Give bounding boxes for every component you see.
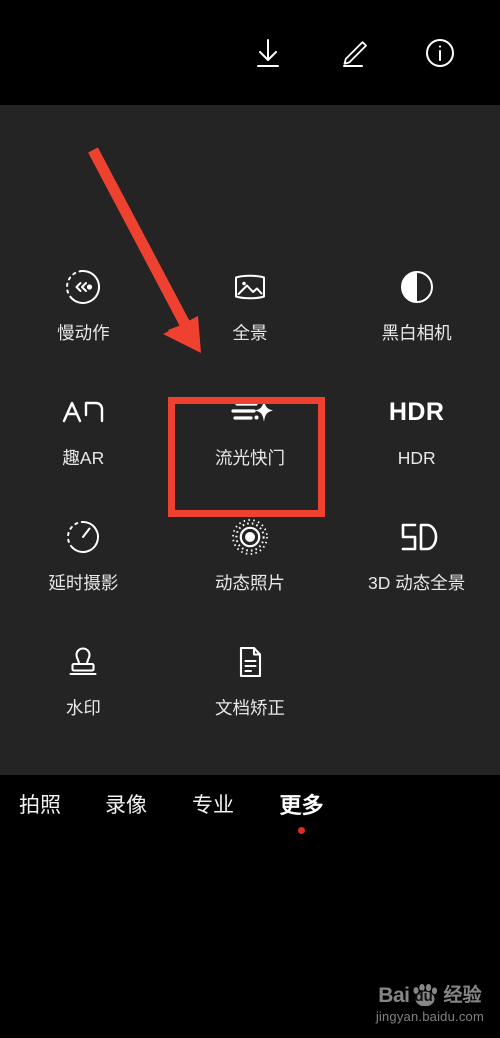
watermark-logo: Bai du 经验 [378,983,482,1007]
mode-label: 慢动作 [57,323,110,343]
watermark-bai-text: Bai [378,983,410,1007]
watermark-url: jingyan.baidu.com [375,1009,484,1024]
mode-label: 延时摄影 [48,573,119,593]
watermark-du-text: du [414,988,433,1005]
mode-label: 趣AR [62,448,105,468]
document-scan-icon [220,638,280,686]
tab-label: 录像 [105,794,147,817]
tab-more[interactable]: 更多 [254,775,349,834]
mode-label: 水印 [65,698,101,718]
camera-more-modes-screen: 慢动作 全景 黑白相机 趣AR 流光快门 HDR HDR 延时摄影 动态照片 3… [0,0,500,1038]
baidu-watermark: Bai du 经验 jingyan.baidu.com [376,984,484,1024]
active-tab-indicator-dot [298,827,305,834]
slow-motion-icon [53,263,113,311]
edit-icon[interactable] [322,21,386,85]
mode-label: 3D 动态全景 [368,573,466,593]
top-toolbar [0,0,500,105]
tab-label: 专业 [192,794,234,817]
mode-item-panorama[interactable]: 全景 [167,255,334,380]
hdr-glyph: HDR [388,397,445,426]
tab-pro[interactable]: 专业 [172,775,254,816]
tab-photo[interactable]: 拍照 [0,775,80,816]
ar-icon [53,388,113,436]
paw-icon: du [410,984,440,1006]
3d-panorama-icon [387,513,447,561]
mode-item-hdr[interactable]: HDR HDR [333,380,500,505]
panorama-icon [220,263,280,311]
monochrome-icon [387,263,447,311]
mode-label: HDR [397,448,436,468]
mode-item-ar[interactable]: 趣AR [0,380,167,505]
tab-label: 拍照 [19,794,61,817]
watermark-stamp-icon [53,638,113,686]
tab-label: 更多 [279,793,324,818]
mode-item-monochrome[interactable]: 黑白相机 [333,255,500,380]
camera-mode-tabs: 拍照 录像 专业 更多 [0,775,500,850]
annotation-highlight-box [168,397,325,517]
mode-item-watermark[interactable]: 水印 [0,630,167,755]
hdr-icon: HDR [387,388,447,436]
tab-video[interactable]: 录像 [80,775,172,816]
mode-label: 全景 [232,323,268,343]
mode-item-live-photo[interactable]: 动态照片 [167,505,334,630]
mode-label: 黑白相机 [381,323,452,343]
watermark-jingyan-text: 经验 [443,984,482,1006]
time-lapse-icon [53,513,113,561]
download-icon[interactable] [236,21,300,85]
mode-item-document-scan[interactable]: 文档矫正 [167,630,334,755]
live-photo-icon [220,513,280,561]
mode-item-time-lapse[interactable]: 延时摄影 [0,505,167,630]
mode-item-slow-motion[interactable]: 慢动作 [0,255,167,380]
mode-label: 动态照片 [214,573,285,593]
info-icon[interactable] [408,21,472,85]
mode-item-3d-panorama[interactable]: 3D 动态全景 [333,505,500,630]
mode-label: 文档矫正 [214,698,285,718]
